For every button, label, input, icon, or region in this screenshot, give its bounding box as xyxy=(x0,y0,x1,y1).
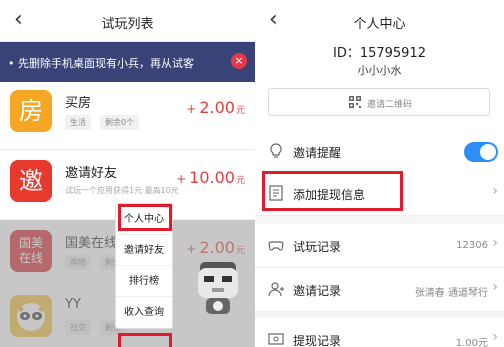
mascot-icon[interactable] xyxy=(194,258,242,320)
row-value: 1.00元 xyxy=(455,338,488,347)
task-price: +10.00元 xyxy=(176,168,245,187)
toggle-knob xyxy=(480,144,496,160)
task-subtitle: 试玩一个应用获得1元 最高10元 xyxy=(65,186,179,195)
reminder-toggle[interactable] xyxy=(464,142,498,162)
cash-icon xyxy=(268,333,284,345)
chevron-right-icon: › xyxy=(492,235,498,251)
username: 小小小水 xyxy=(357,64,402,77)
qr-code-icon xyxy=(349,96,361,108)
invite-label: 邀请二维码 xyxy=(367,100,413,110)
notice-banner: • 先删除手机桌面现有小兵，再从试客 × xyxy=(0,42,255,82)
row-label: 邀请记录 xyxy=(293,284,342,298)
app-icon-house: 房 xyxy=(10,90,52,132)
row-value: 12306 xyxy=(456,240,488,251)
highlight-box xyxy=(262,171,403,211)
task-list-screen: ‹ 试玩列表 • 先删除手机桌面现有小兵，再从试客 × 房 买房 生活 剩余0个… xyxy=(0,0,255,347)
app-icon-invite: 邀 xyxy=(10,160,52,202)
close-icon[interactable]: × xyxy=(231,53,247,69)
row-withdraw-records[interactable]: 提现记录 1.00元 › xyxy=(255,318,504,347)
page-title: 试玩列表 xyxy=(101,17,154,32)
person-icon xyxy=(268,282,284,297)
banner-text: • 先删除手机桌面现有小兵，再从试客 xyxy=(8,57,194,70)
menu-item-leaderboard[interactable]: 排行榜 xyxy=(116,266,172,297)
menu-item-invite-friends[interactable]: 邀请好友 xyxy=(116,235,172,266)
chevron-right-icon: › xyxy=(492,279,498,295)
row-label: 邀请提醒 xyxy=(293,146,342,160)
gamepad-icon xyxy=(268,241,284,251)
task-tag: 剩余0个 xyxy=(100,115,140,130)
row-invite-records[interactable]: 邀请记录 张清春 通道琴行 › xyxy=(255,268,504,312)
task-name: 邀请好友 xyxy=(65,166,118,181)
chevron-right-icon: › xyxy=(492,329,498,345)
row-value: 张清春 通道琴行 xyxy=(414,288,488,299)
profile-card: ID：15795912 小小小水 邀请二维码 xyxy=(255,42,504,130)
page-title: 个人中心 xyxy=(353,17,406,32)
bulb-icon xyxy=(270,143,282,158)
menu-item-income-query[interactable]: 收入查询 xyxy=(116,297,172,328)
left-navbar: ‹ 试玩列表 xyxy=(0,0,255,42)
task-price: +2.00元 xyxy=(186,98,245,117)
highlight-box xyxy=(118,333,172,347)
row-invite-reminder[interactable]: 邀请提醒 xyxy=(255,130,504,174)
row-label: 提现记录 xyxy=(293,334,342,347)
row-trial-records[interactable]: 试玩记录 12306 › xyxy=(255,224,504,268)
right-navbar: ‹ 个人中心 xyxy=(255,0,504,42)
user-id: ID：15795912 xyxy=(332,46,426,61)
highlight-box xyxy=(118,204,172,231)
row-label: 试玩记录 xyxy=(293,240,342,254)
task-name: 买房 xyxy=(65,96,92,111)
invite-qr-button[interactable]: 邀请二维码 xyxy=(268,88,490,116)
task-item[interactable]: 房 买房 生活 剩余0个 +2.00元 xyxy=(0,82,255,150)
chevron-right-icon: › xyxy=(492,183,498,199)
screenshot-root: ‹ 试玩列表 • 先删除手机桌面现有小兵，再从试客 × 房 买房 生活 剩余0个… xyxy=(0,0,504,347)
task-tag: 生活 xyxy=(65,115,91,130)
